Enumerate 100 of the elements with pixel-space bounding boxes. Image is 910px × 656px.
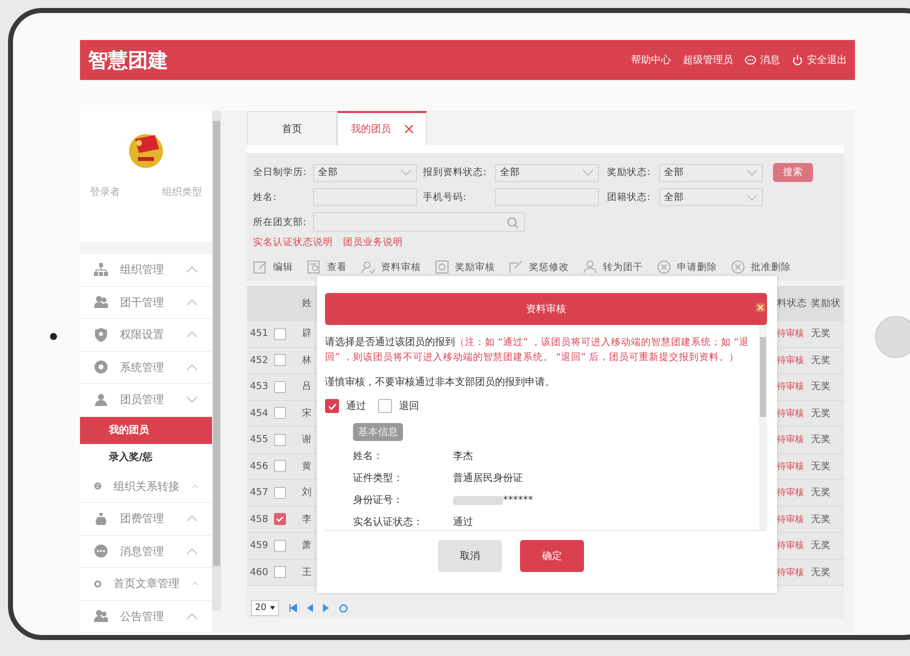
field-label: 实名认证状态： (353, 516, 424, 529)
table-cell-text: 无奖 (810, 433, 832, 446)
field-label: 身份证号： (353, 494, 404, 507)
close-icon[interactable] (405, 125, 413, 133)
row-checkbox[interactable] (274, 354, 286, 366)
camera-dot (50, 333, 57, 340)
chevron-icon (192, 580, 198, 588)
menu-item[interactable]: 公告管理 (80, 600, 212, 633)
row-checkbox[interactable] (274, 460, 286, 472)
power-icon (792, 54, 803, 66)
header-link[interactable]: 帮助中心 (631, 53, 671, 67)
header-link[interactable]: 消息 (745, 53, 780, 67)
page-size-select[interactable]: 20 (251, 600, 280, 616)
org-type-label: 组织类型 (162, 186, 202, 199)
chevron-icon (746, 169, 758, 176)
next-page-icon[interactable] (323, 604, 330, 612)
chevron-icon (186, 396, 198, 404)
field-label: 姓名： (353, 450, 384, 463)
cancel-button[interactable]: 取消 (438, 540, 502, 572)
toolbar-button[interactable]: 编辑 (253, 260, 293, 274)
refresh-icon[interactable] (339, 604, 348, 612)
circle-x-icon (731, 260, 745, 274)
person-check-icon (361, 260, 375, 274)
table-cell-text: 王 (301, 566, 313, 579)
toolbar-button[interactable]: 资料审核 (361, 260, 421, 274)
checkbox[interactable] (325, 399, 339, 413)
row-checkbox[interactable] (274, 566, 286, 578)
previous-page-icon[interactable] (307, 604, 314, 612)
help-link[interactable]: 实名认证状态说明 (253, 236, 333, 249)
row-checkbox[interactable] (274, 407, 286, 420)
table-cell-text: 辟 (301, 327, 313, 340)
option-label: 通过 (346, 400, 366, 413)
column-header: 姓 (301, 296, 313, 310)
home-button[interactable] (875, 316, 910, 358)
row-checkbox[interactable] (274, 513, 286, 526)
table-cell-text: 李 (301, 512, 313, 526)
table-cell-text: 无奖 (810, 406, 832, 420)
submenu-item[interactable]: 录入奖/惩 (80, 444, 212, 470)
first-page-icon[interactable] (289, 604, 298, 612)
edit-icon (253, 260, 267, 274)
pencil-icon (509, 260, 523, 274)
app-logo: 智慧团建 (88, 46, 169, 74)
dropdown[interactable]: 全部 (495, 164, 599, 182)
search-button[interactable]: 搜索 (773, 163, 813, 182)
toolbar-button[interactable]: 查看 (307, 260, 347, 274)
org-chart-icon (94, 262, 108, 277)
tab[interactable]: 我的团员 (337, 111, 427, 145)
help-link[interactable]: 团员业务说明 (343, 236, 403, 249)
header-link[interactable]: 超级管理员 (683, 53, 733, 67)
header-link[interactable]: 安全退出 (792, 53, 847, 67)
row-checkbox[interactable] (274, 486, 286, 499)
table-cell-text: 无奖 (810, 539, 832, 552)
row-number: 451 (249, 328, 270, 340)
row-checkbox[interactable] (274, 380, 286, 393)
row-checkbox[interactable] (274, 540, 286, 552)
toolbar-button[interactable]: 批准删除 (731, 260, 791, 274)
row-checkbox[interactable] (274, 328, 286, 340)
check-icon (276, 516, 284, 522)
dropdown[interactable]: 全部 (659, 164, 763, 182)
status-cell-text: 待审核 (776, 460, 805, 473)
table-cell-text: 宋 (301, 406, 313, 420)
chevron-icon (186, 548, 198, 555)
row-number: 458 (249, 514, 270, 525)
chat-icon (94, 544, 108, 558)
instruction-text: 请选择是否通过该团员的报到（注：如 “通过” ，该团员将可进入移动端的智慧团建系统；如 “退回” ，则该团员将不可进入移动端的智慧团建系统。 “退回” 后，团员可重新提交报到资料。） (325, 336, 750, 365)
search-field[interactable] (313, 212, 525, 232)
table-cell-text: 无奖 (810, 512, 832, 526)
table-cell-text: 无奖 (810, 486, 832, 500)
status-cell-text: 待审核 (776, 354, 805, 367)
chevron-icon (582, 169, 594, 176)
toolbar-button[interactable]: 奖惩修改 (509, 260, 569, 274)
chevron-icon (400, 169, 412, 176)
status-cell-text: 待审核 (776, 514, 805, 526)
scrollbar[interactable] (212, 111, 221, 611)
tab[interactable]: 首页 (247, 111, 337, 145)
chevron-icon (746, 194, 758, 200)
status-cell-text: 待审核 (776, 434, 805, 446)
status-cell-text: 待审核 (776, 408, 805, 420)
field-value: 李杰 (453, 450, 473, 463)
shield-icon (94, 328, 108, 342)
filter-label: 报到资料状态: (423, 166, 488, 179)
dropdown[interactable]: 全部 (659, 188, 763, 206)
toolbar-button[interactable]: 转为团干 (583, 260, 643, 274)
toolbar-button[interactable]: 奖励审核 (435, 260, 495, 274)
filter-label: 奖励状态: (607, 166, 652, 179)
column-header: 料状态 (776, 296, 808, 310)
field-label: 证件类型： (353, 472, 404, 485)
people-icon (94, 295, 108, 310)
submenu-item[interactable]: 我的团员 (80, 416, 212, 444)
scrollbar[interactable] (759, 325, 767, 530)
row-number: 452 (249, 354, 270, 366)
chevron-icon (192, 482, 198, 490)
person-icon (94, 392, 108, 407)
toolbar-button[interactable]: 申请删除 (657, 260, 717, 274)
chevron-icon (186, 331, 198, 338)
dropdown[interactable]: 全部 (313, 164, 417, 182)
confirm-button[interactable]: 确定 (520, 540, 584, 572)
checkbox[interactable] (378, 399, 392, 413)
row-checkbox[interactable] (274, 434, 286, 446)
row-number: 456 (249, 460, 270, 472)
